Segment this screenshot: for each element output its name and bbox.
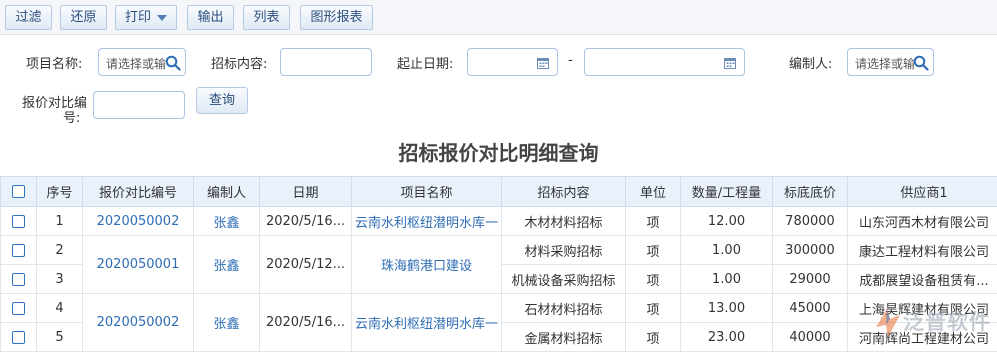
data-table: 序号 报价对比编号 编制人 日期 项目名称 招标内容 单位 数量/工程量 标底底… <box>0 176 997 352</box>
qty-cell: 23.00 <box>681 323 773 352</box>
editor-link[interactable]: 张鑫 <box>194 207 260 236</box>
list-button[interactable]: 列表 <box>243 5 290 30</box>
supplier-cell: 成都展望设备租赁有... <box>848 265 997 294</box>
supplier-cell: 山东河西木材有限公司 <box>848 207 997 236</box>
calendar-icon[interactable] <box>537 57 549 69</box>
query-button[interactable]: 查询 <box>196 87 248 114</box>
unit-cell: 项 <box>626 236 681 265</box>
export-button[interactable]: 输出 <box>187 5 234 30</box>
editor-input[interactable]: 请选择或输 <box>847 48 934 76</box>
quote-no-link[interactable]: 2020050002 <box>83 207 194 236</box>
table-row[interactable]: 1 2020050002 张鑫 2020/5/16... 云南水利枢纽潜明水库一… <box>1 207 997 236</box>
restore-button[interactable]: 还原 <box>60 5 107 30</box>
project-name-label: 项目名称: <box>26 53 82 72</box>
price-cell: 780000 <box>773 207 848 236</box>
date-cell: 2020/5/16... <box>260 294 352 352</box>
project-link[interactable]: 云南水利枢纽潜明水库一 <box>352 207 502 236</box>
print-button[interactable]: 打印 <box>115 5 177 30</box>
project-name-placeholder: 请选择或输 <box>106 55 166 72</box>
seq-cell: 5 <box>37 323 83 352</box>
seq-cell: 1 <box>37 207 83 236</box>
column-header-project[interactable]: 项目名称 <box>352 177 502 207</box>
qty-cell: 12.00 <box>681 207 773 236</box>
qty-cell: 1.00 <box>681 265 773 294</box>
column-header-date[interactable]: 日期 <box>260 177 352 207</box>
search-icon[interactable] <box>165 55 181 71</box>
price-cell: 29000 <box>773 265 848 294</box>
project-link[interactable]: 珠海鹤港口建设 <box>352 236 502 294</box>
unit-cell: 项 <box>626 294 681 323</box>
column-header-unit[interactable]: 单位 <box>626 177 681 207</box>
watermark-text: 泛普软件 <box>903 306 991 336</box>
column-header-supplier[interactable]: 供应商1 <box>848 177 997 207</box>
column-header-seq[interactable]: 序号 <box>37 177 83 207</box>
search-icon[interactable] <box>913 55 929 71</box>
row-checkbox[interactable] <box>12 244 25 257</box>
column-header-price[interactable]: 标底底价 <box>773 177 848 207</box>
date-range-label: 起止日期: <box>397 53 453 72</box>
project-link[interactable]: 云南水利枢纽潜明水库一 <box>352 294 502 352</box>
logo-icon <box>873 305 903 339</box>
row-checkbox[interactable] <box>12 302 25 315</box>
table-header-row: 序号 报价对比编号 编制人 日期 项目名称 招标内容 单位 数量/工程量 标底底… <box>1 177 997 207</box>
table-row[interactable]: 4 2020050002 张鑫 2020/5/16... 云南水利枢纽潜明水库一… <box>1 294 997 323</box>
column-header-content[interactable]: 招标内容 <box>502 177 626 207</box>
date-cell: 2020/5/12... <box>260 236 352 294</box>
column-header-editor[interactable]: 编制人 <box>194 177 260 207</box>
calendar-icon[interactable] <box>724 57 736 69</box>
seq-cell: 2 <box>37 236 83 265</box>
seq-cell: 4 <box>37 294 83 323</box>
row-checkbox[interactable] <box>12 331 25 344</box>
price-cell: 45000 <box>773 294 848 323</box>
unit-cell: 项 <box>626 265 681 294</box>
content-cell: 材料采购招标 <box>502 236 626 265</box>
watermark: 泛普软件 <box>873 302 997 342</box>
quote-no-label-suffix: 号: <box>63 107 80 126</box>
report-title: 招标报价对比明细查询 <box>0 137 997 166</box>
qty-cell: 13.00 <box>681 294 773 323</box>
quote-no-link[interactable]: 2020050001 <box>83 236 194 294</box>
select-all-checkbox[interactable] <box>12 185 25 198</box>
filter-button[interactable]: 过滤 <box>5 5 52 30</box>
chevron-down-icon <box>157 15 167 21</box>
chart-report-button[interactable]: 图形报表 <box>300 5 373 30</box>
date-cell: 2020/5/16... <box>260 207 352 236</box>
seq-cell: 3 <box>37 265 83 294</box>
price-cell: 300000 <box>773 236 848 265</box>
table-row[interactable]: 2 2020050001 张鑫 2020/5/12... 珠海鹤港口建设 材料采… <box>1 236 997 265</box>
select-all-checkbox-cell[interactable] <box>1 177 37 207</box>
column-header-quote-no[interactable]: 报价对比编号 <box>83 177 194 207</box>
toolbar: 过滤 还原 打印 输出 列表 图形报表 <box>0 0 997 35</box>
column-header-qty[interactable]: 数量/工程量 <box>681 177 773 207</box>
start-date-input[interactable] <box>467 48 558 76</box>
project-name-input[interactable]: 请选择或输 <box>98 48 186 76</box>
content-cell: 金属材料招标 <box>502 323 626 352</box>
row-checkbox[interactable] <box>12 273 25 286</box>
quote-no-link[interactable]: 2020050002 <box>83 294 194 352</box>
date-separator: - <box>568 53 573 68</box>
editor-placeholder: 请选择或输 <box>855 55 915 72</box>
bid-content-input[interactable] <box>280 48 372 76</box>
content-cell: 石材材料招标 <box>502 294 626 323</box>
qty-cell: 1.00 <box>681 236 773 265</box>
quote-no-input[interactable] <box>93 91 185 119</box>
price-cell: 40000 <box>773 323 848 352</box>
editor-label: 编制人: <box>789 53 832 72</box>
print-label: 打印 <box>125 10 151 25</box>
unit-cell: 项 <box>626 207 681 236</box>
editor-link[interactable]: 张鑫 <box>194 294 260 352</box>
content-cell: 木材材料招标 <box>502 207 626 236</box>
content-cell: 机械设备采购招标 <box>502 265 626 294</box>
bid-content-label: 招标内容: <box>211 53 267 72</box>
supplier-cell: 康达工程材料有限公司 <box>848 236 997 265</box>
editor-link[interactable]: 张鑫 <box>194 236 260 294</box>
end-date-input[interactable] <box>584 48 745 76</box>
row-checkbox[interactable] <box>12 215 25 228</box>
unit-cell: 项 <box>626 323 681 352</box>
